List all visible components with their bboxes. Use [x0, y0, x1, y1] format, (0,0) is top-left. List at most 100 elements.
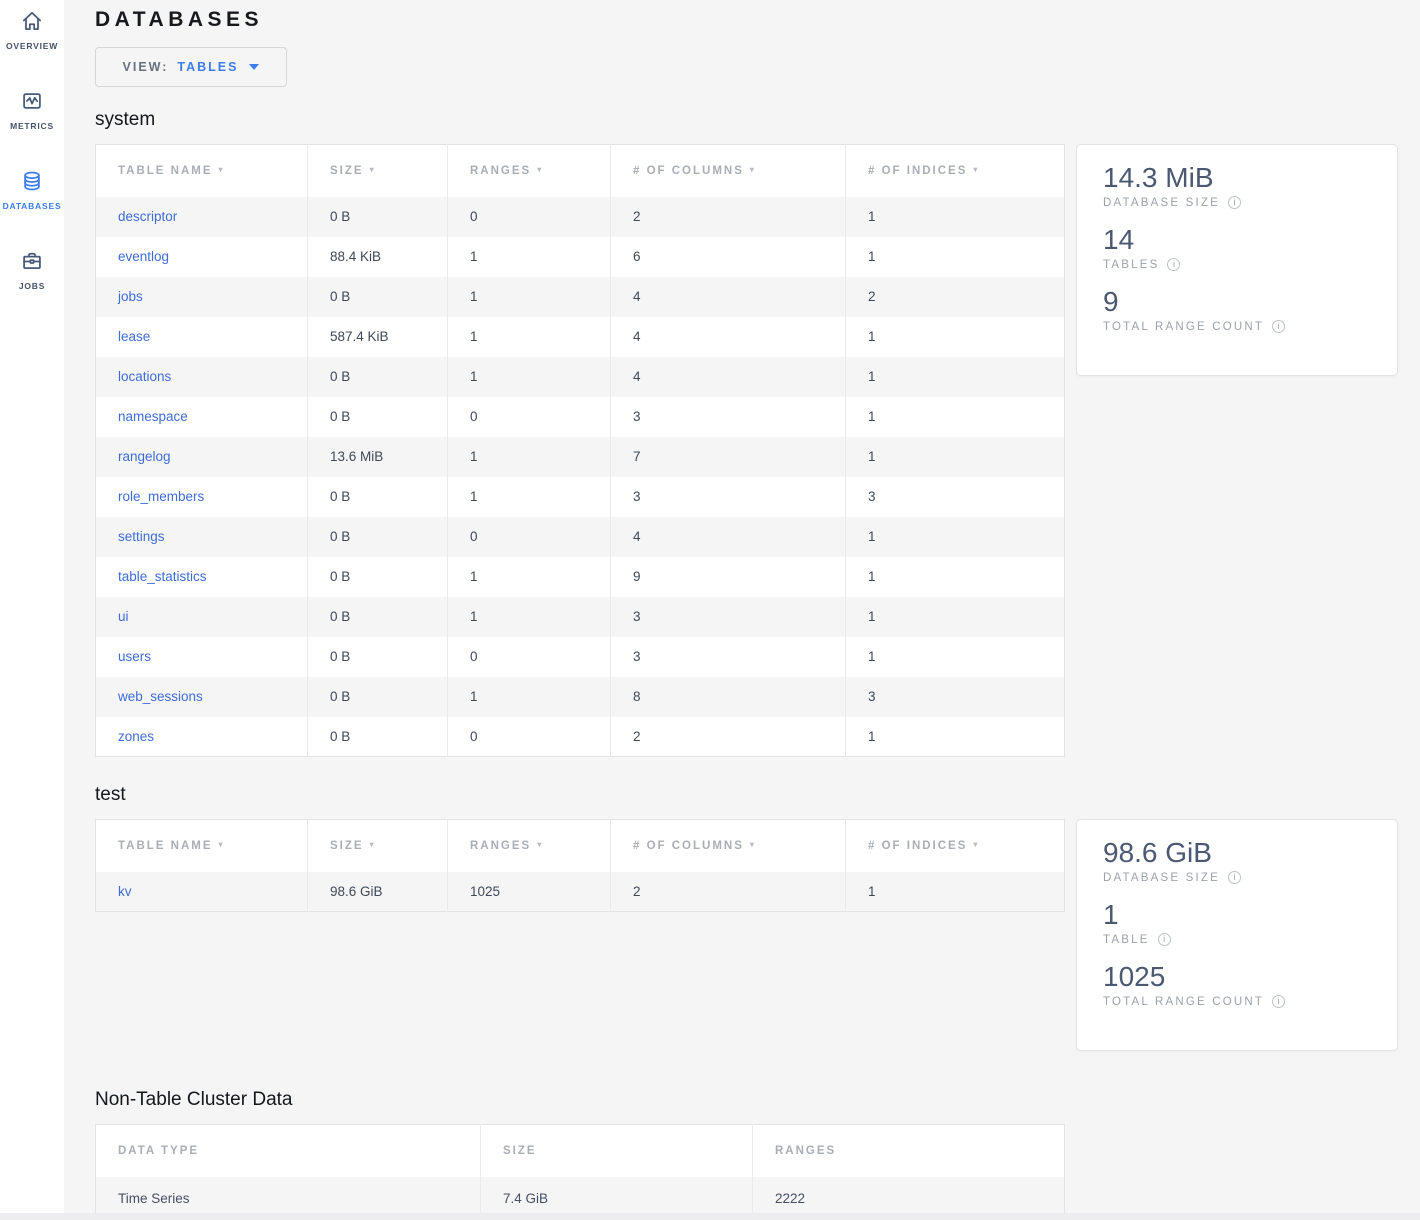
value-cell: 1: [846, 237, 1065, 277]
value-cell: 98.6 GiB: [308, 872, 448, 912]
column-header-label: SIZE: [503, 1145, 537, 1157]
value-cell: 1: [846, 597, 1065, 637]
sidebar-item-metrics[interactable]: METRICS: [0, 89, 64, 169]
home-icon: [20, 9, 44, 33]
value-cell: 2222: [753, 1177, 1065, 1214]
value-cell: 4: [611, 517, 846, 557]
metric-label-row: DATABASE SIZEi: [1103, 196, 1371, 209]
value-cell: 2: [611, 717, 846, 757]
value-cell: 0 B: [308, 717, 448, 757]
sidebar-item-label: OVERVIEW: [6, 41, 58, 51]
value-cell: 8: [611, 677, 846, 717]
metric-label: TABLE: [1103, 934, 1150, 946]
database-summary-card: 14.3 MiBDATABASE SIZEi14TABLESi9TOTAL RA…: [1076, 144, 1398, 376]
database-section-system: systemTABLE NAME▾SIZE▾RANGES▾# OF COLUMN…: [95, 109, 1420, 757]
column-header-label: # OF INDICES: [868, 840, 967, 852]
table-name-link[interactable]: jobs: [118, 289, 143, 304]
table-row: rangelog13.6 MiB171: [96, 437, 1065, 477]
table-name-link[interactable]: namespace: [118, 409, 188, 424]
value-cell: 4: [611, 277, 846, 317]
column-header-label: TABLE NAME: [118, 840, 213, 852]
table-row: Time Series7.4 GiB2222: [96, 1177, 1065, 1214]
metric-value: 14.3 MiB: [1103, 160, 1371, 195]
value-cell: 1: [448, 597, 611, 637]
value-cell: 0 B: [308, 517, 448, 557]
table-name-link[interactable]: kv: [118, 884, 132, 899]
metric-label: TOTAL RANGE COUNT: [1103, 321, 1264, 333]
summary-metric: 1TABLEi: [1103, 897, 1371, 946]
column-header-of-indices[interactable]: # OF INDICES▾: [846, 145, 1065, 197]
value-cell: 1: [448, 277, 611, 317]
info-icon[interactable]: i: [1228, 871, 1241, 884]
table-name-link[interactable]: zones: [118, 729, 154, 744]
info-icon[interactable]: i: [1228, 196, 1241, 209]
name-cell: descriptor: [96, 197, 308, 237]
value-cell: 0 B: [308, 277, 448, 317]
info-icon[interactable]: i: [1272, 995, 1285, 1008]
table-row: role_members0 B133: [96, 477, 1065, 517]
value-cell: 9: [611, 557, 846, 597]
value-cell: 7.4 GiB: [481, 1177, 753, 1214]
table-name-link[interactable]: table_statistics: [118, 569, 207, 584]
column-header-of-columns[interactable]: # OF COLUMNS▾: [611, 145, 846, 197]
value-cell: 0 B: [308, 677, 448, 717]
column-header-label: DATA TYPE: [118, 1145, 199, 1157]
column-header-table-name[interactable]: TABLE NAME▾: [96, 145, 308, 197]
info-icon[interactable]: i: [1158, 933, 1171, 946]
table-name-link[interactable]: rangelog: [118, 449, 171, 464]
sidebar: OVERVIEW METRICS DATABASES: [0, 0, 64, 1213]
table-name-link[interactable]: role_members: [118, 489, 204, 504]
value-cell: 3: [846, 477, 1065, 517]
table-row: table_statistics0 B191: [96, 557, 1065, 597]
sidebar-item-label: METRICS: [10, 121, 54, 131]
value-cell: 3: [611, 477, 846, 517]
column-header-ranges[interactable]: RANGES▾: [448, 145, 611, 197]
main-content: DATABASES VIEW: TABLES systemTABLE NAME▾…: [64, 0, 1420, 1213]
summary-metric: 9TOTAL RANGE COUNTi: [1103, 284, 1371, 333]
value-cell: 1: [846, 557, 1065, 597]
column-header-size[interactable]: SIZE▾: [308, 145, 448, 197]
column-header-size: SIZE: [481, 1125, 753, 1177]
name-cell: kv: [96, 872, 308, 912]
column-header-label: # OF COLUMNS: [633, 840, 744, 852]
value-cell: 3: [846, 677, 1065, 717]
table-name-link[interactable]: users: [118, 649, 151, 664]
value-cell: 1: [846, 437, 1065, 477]
value-cell: 0: [448, 637, 611, 677]
table-name-link[interactable]: web_sessions: [118, 689, 203, 704]
name-cell: table_statistics: [96, 557, 308, 597]
metric-value: 14: [1103, 222, 1371, 257]
value-cell: 2: [611, 872, 846, 912]
column-header-of-indices[interactable]: # OF INDICES▾: [846, 820, 1065, 872]
value-cell: 1: [448, 237, 611, 277]
table-name-link[interactable]: lease: [118, 329, 150, 344]
table-row: web_sessions0 B183: [96, 677, 1065, 717]
value-cell: 0 B: [308, 357, 448, 397]
database-section-test: testTABLE NAME▾SIZE▾RANGES▾# OF COLUMNS▾…: [95, 784, 1420, 1051]
metric-label: DATABASE SIZE: [1103, 872, 1220, 884]
value-cell: 0 B: [308, 597, 448, 637]
sidebar-item-jobs[interactable]: JOBS: [0, 249, 64, 329]
name-cell: locations: [96, 357, 308, 397]
table-name-link[interactable]: eventlog: [118, 249, 169, 264]
metric-label-row: DATABASE SIZE i: [1103, 871, 1371, 884]
table-name-link[interactable]: settings: [118, 529, 165, 544]
value-cell: 1: [448, 477, 611, 517]
table-name-link[interactable]: descriptor: [118, 209, 177, 224]
column-header-size[interactable]: SIZE▾: [308, 820, 448, 872]
value-cell: 3: [611, 597, 846, 637]
column-header-ranges[interactable]: RANGES▾: [448, 820, 611, 872]
view-selector-dropdown[interactable]: VIEW: TABLES: [95, 47, 287, 87]
table-name-link[interactable]: locations: [118, 369, 171, 384]
value-cell: 3: [611, 637, 846, 677]
column-header-of-columns[interactable]: # OF COLUMNS▾: [611, 820, 846, 872]
value-cell: 3: [611, 397, 846, 437]
sidebar-item-databases[interactable]: DATABASES: [0, 169, 64, 249]
info-icon[interactable]: i: [1167, 258, 1180, 271]
value-cell: 1: [846, 317, 1065, 357]
table-row: ui0 B131: [96, 597, 1065, 637]
column-header-table-name[interactable]: TABLE NAME▾: [96, 820, 308, 872]
sidebar-item-overview[interactable]: OVERVIEW: [0, 9, 64, 89]
info-icon[interactable]: i: [1272, 320, 1285, 333]
table-name-link[interactable]: ui: [118, 609, 129, 624]
